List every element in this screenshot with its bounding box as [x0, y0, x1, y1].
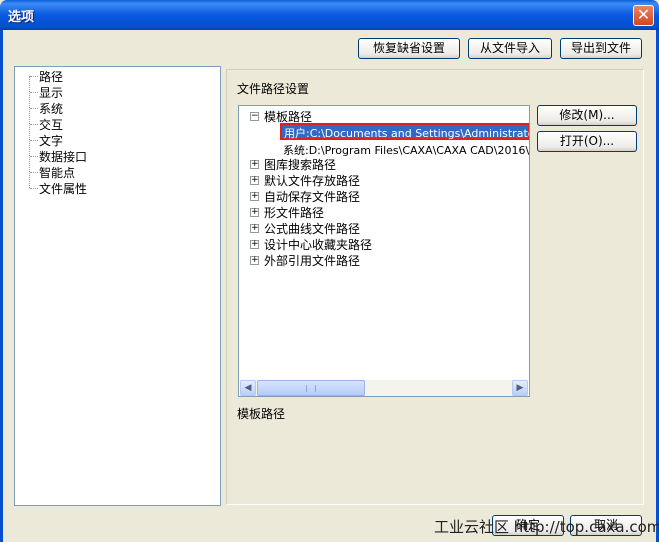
category-item-text[interactable]: 文字: [39, 132, 63, 149]
close-icon: ✕: [636, 5, 651, 24]
tree-node-default-save[interactable]: 默认文件存放路径: [264, 172, 360, 189]
open-button[interactable]: 打开(O)...: [537, 131, 637, 152]
tree-node-external-ref[interactable]: 外部引用文件路径: [264, 252, 360, 269]
category-item-display[interactable]: 显示: [39, 84, 63, 101]
expand-icon[interactable]: +: [250, 224, 259, 233]
category-list: 路径 显示 系统 交互 文字 数据接口 智能点 文件属性: [14, 66, 221, 506]
category-item-interaction[interactable]: 交互: [39, 116, 63, 133]
scroll-left-icon[interactable]: ◀: [240, 380, 256, 396]
tree-node-design-center[interactable]: 设计中心收藏夹路径: [264, 236, 372, 253]
window-title: 选项: [8, 10, 35, 25]
category-item-file-properties[interactable]: 文件属性: [39, 180, 87, 197]
expand-icon[interactable]: +: [250, 176, 259, 185]
tree-tick: [30, 108, 38, 109]
description-label: 模板路径: [237, 407, 286, 421]
modify-button[interactable]: 修改(M)...: [537, 105, 637, 126]
import-from-file-button[interactable]: 从文件导入: [468, 38, 552, 59]
category-item-path[interactable]: 路径: [39, 68, 63, 85]
expand-icon[interactable]: +: [250, 240, 259, 249]
grip-icon: [306, 385, 316, 392]
expand-icon[interactable]: +: [250, 192, 259, 201]
tree-node-autosave[interactable]: 自动保存文件路径: [264, 188, 360, 205]
tree-tick: [30, 172, 38, 173]
watermark-text: 工业云社区 http://top.caxa.com/: [434, 518, 659, 536]
expand-icon[interactable]: +: [250, 208, 259, 217]
tree-node-formula-curve[interactable]: 公式曲线文件路径: [264, 220, 360, 237]
title-bar: 选项 ✕: [0, 0, 659, 30]
collapse-icon[interactable]: −: [250, 112, 259, 121]
category-item-smart-point[interactable]: 智能点: [39, 164, 75, 181]
close-button[interactable]: ✕: [633, 5, 654, 26]
export-to-file-button[interactable]: 导出到文件: [560, 38, 642, 59]
tree-tick: [30, 76, 38, 77]
tree-tick: [30, 188, 38, 189]
window-frame-left: [0, 30, 3, 542]
expand-icon[interactable]: +: [250, 160, 259, 169]
tree-child-user-path[interactable]: 用户:C:\Documents and Settings\Administrat…: [280, 123, 529, 140]
scroll-thumb[interactable]: [257, 380, 365, 396]
group-title: 文件路径设置: [237, 82, 310, 96]
tree-node-shape-file[interactable]: 形文件路径: [264, 204, 324, 221]
tree-tick: [30, 140, 38, 141]
tree-child-user-path-text: 用户:C:\Documents and Settings\Administrat…: [284, 127, 529, 140]
path-tree[interactable]: − 模板路径 用户:C:\Documents and Settings\Admi…: [238, 105, 530, 397]
scroll-right-icon[interactable]: ▶: [512, 380, 528, 396]
tree-tick: [30, 124, 38, 125]
tree-tick: [30, 92, 38, 93]
category-item-system[interactable]: 系统: [39, 100, 63, 117]
restore-defaults-button[interactable]: 恢复缺省设置: [358, 38, 460, 59]
horizontal-scrollbar[interactable]: ◀ ▶: [240, 380, 528, 396]
tree-tick: [30, 156, 38, 157]
category-item-data-interface[interactable]: 数据接口: [39, 148, 87, 165]
tree-node-library-search[interactable]: 图库搜索路径: [264, 156, 336, 173]
expand-icon[interactable]: +: [250, 256, 259, 265]
